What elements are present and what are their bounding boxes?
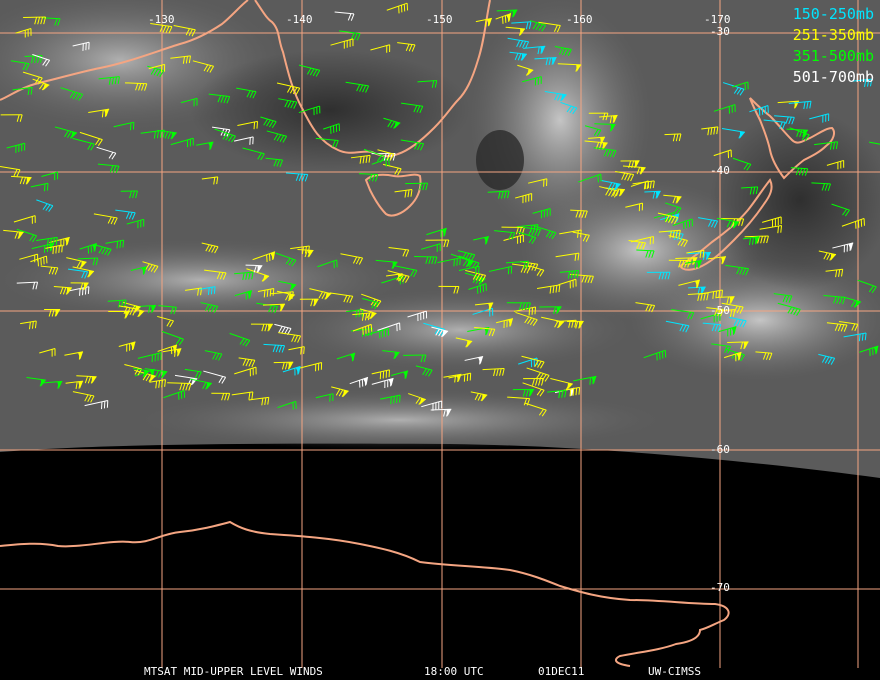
lat-label-40: -40 [710, 164, 730, 177]
lat-label-70: -70 [710, 581, 730, 594]
lat-label-50: -50 [710, 304, 730, 317]
lat-label-60: -60 [710, 443, 730, 456]
image-caption: MTSAT MID-UPPER LEVEL WINDS 18:00 UTC 01… [0, 666, 880, 678]
caption-source: UW-CIMSS [648, 665, 701, 678]
antarctica-coastline [0, 520, 730, 667]
legend-item-150-250: 150-250mb [792, 5, 874, 23]
legend-item-501-700: 501-700mb [792, 68, 874, 86]
legend-item-351-500: 351-500mb [792, 47, 874, 65]
lon-label-150: -150 [426, 13, 453, 26]
satellite-map-view: -130 -140 -150 -160 -170 -30 -40 -50 -60… [0, 0, 880, 680]
lon-label-130: -130 [148, 13, 175, 26]
legend-item-251-350: 251-350mb [792, 26, 874, 44]
caption-date: 01DEC11 [538, 665, 585, 678]
lon-label-140: -140 [286, 13, 313, 26]
map-canvas [0, 0, 880, 668]
lat-label-30: -30 [710, 25, 730, 38]
lon-label-160: -160 [566, 13, 593, 26]
water-vapor-imagery [0, 0, 880, 478]
caption-product: MTSAT MID-UPPER LEVEL WINDS [144, 665, 323, 678]
pressure-legend: 150-250mb 251-350mb 351-500mb 501-700mb [793, 4, 874, 88]
caption-time: 18:00 UTC [424, 665, 484, 678]
lon-label-170: -170 [704, 13, 731, 26]
